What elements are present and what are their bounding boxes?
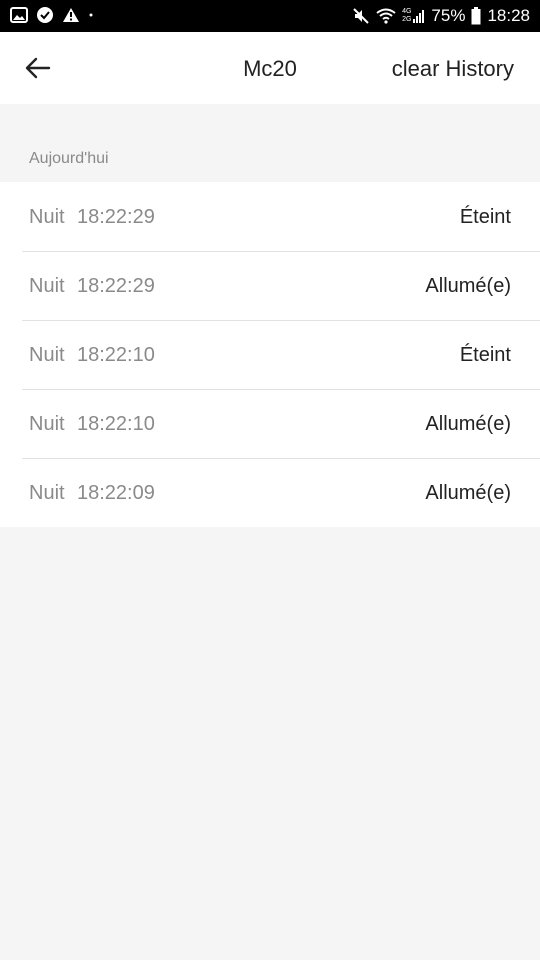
row-time: 18:22:29 — [77, 206, 155, 228]
row-time: 18:22:10 — [77, 344, 155, 366]
wifi-icon — [376, 8, 396, 24]
row-state: Allumé(e) — [425, 413, 511, 435]
row-state: Allumé(e) — [425, 275, 511, 297]
battery-percent: 75% — [431, 6, 466, 25]
row-time: 18:22:10 — [77, 413, 155, 435]
mute-icon — [352, 7, 370, 25]
section-header: Aujourd'hui — [0, 104, 540, 182]
clear-history-button[interactable]: clear History — [392, 56, 514, 82]
history-row[interactable]: Nuit 18:22:10 Allumé(e) — [0, 389, 540, 458]
history-list: Nuit 18:22:29 Éteint Nuit 18:22:29 Allum… — [0, 182, 540, 527]
row-period: Nuit — [29, 206, 65, 228]
history-row[interactable]: Nuit 18:22:10 Éteint — [0, 320, 540, 389]
row-state: Éteint — [459, 206, 511, 228]
row-period: Nuit — [29, 275, 65, 297]
network-type-top: 4G — [402, 8, 412, 15]
row-state: Éteint — [459, 344, 511, 366]
app-bar: Mc20 clear History — [0, 32, 540, 104]
row-period: Nuit — [29, 413, 65, 435]
row-time: 18:22:29 — [77, 275, 155, 297]
signal-icon: 4G 2G — [402, 8, 425, 24]
history-row[interactable]: Nuit 18:22:29 Éteint — [0, 182, 540, 251]
dot-icon — [88, 12, 94, 18]
section-label-today: Aujourd'hui — [29, 150, 109, 167]
notification-icons — [10, 6, 94, 24]
app-check-icon — [36, 6, 54, 24]
history-row[interactable]: Nuit 18:22:29 Allumé(e) — [0, 251, 540, 320]
status-bar: 4G 2G 75% 18:28 — [0, 0, 540, 32]
clock: 18:28 — [487, 6, 530, 25]
row-time: 18:22:09 — [77, 482, 155, 504]
system-icons: 4G 2G 75% 18:28 — [352, 0, 530, 32]
network-type-bottom: 2G — [402, 16, 412, 23]
history-row[interactable]: Nuit 18:22:09 Allumé(e) — [0, 458, 540, 527]
gallery-icon — [10, 7, 28, 23]
warning-icon — [62, 7, 80, 23]
row-state: Allumé(e) — [425, 482, 511, 504]
row-period: Nuit — [29, 482, 65, 504]
row-period: Nuit — [29, 344, 65, 366]
battery-icon — [471, 7, 481, 25]
